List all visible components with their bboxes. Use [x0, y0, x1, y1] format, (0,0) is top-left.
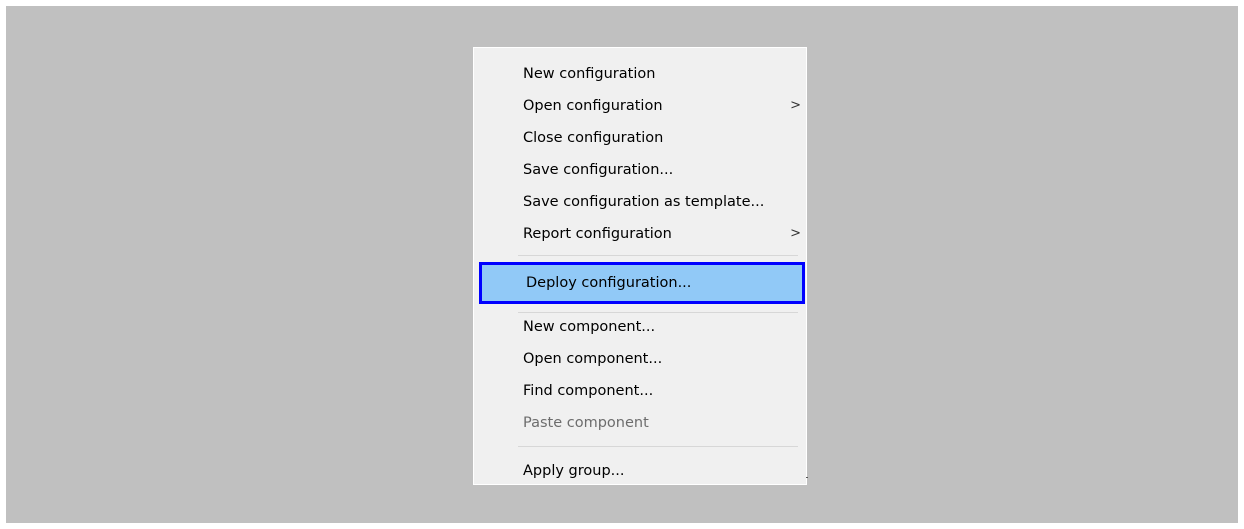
menu-item-find-component[interactable]: Find component...	[476, 376, 804, 406]
menu-item-paste-component: Paste component	[476, 408, 804, 438]
menu-item-label: Save configuration as template...	[523, 194, 765, 210]
menu-item-label: Find component...	[523, 383, 654, 399]
menu-item-open-configuration[interactable]: Open configuration >	[476, 91, 804, 121]
menu-item-new-component[interactable]: New component...	[476, 312, 804, 342]
menu-item-label: New component...	[523, 319, 656, 335]
context-menu: New configuration Open configuration > C…	[473, 47, 807, 485]
menu-item-deploy-configuration[interactable]: Deploy configuration...	[479, 262, 805, 304]
submenu-arrow-icon: >	[790, 98, 801, 113]
menu-item-label: Deploy configuration...	[526, 275, 692, 291]
menu-item-open-component[interactable]: Open component...	[476, 344, 804, 374]
menu-separator	[518, 255, 798, 256]
menu-item-label: New configuration	[523, 66, 656, 82]
menu-item-label: Report configuration	[523, 226, 672, 242]
menu-item-label: Close configuration	[523, 130, 664, 146]
menu-item-save-configuration[interactable]: Save configuration...	[476, 155, 804, 185]
menu-item-label: Apply group...	[523, 463, 625, 479]
menu-item-label: Save configuration...	[523, 162, 674, 178]
menu-shadow-mark	[806, 477, 808, 478]
menu-item-label: Paste component	[523, 415, 649, 431]
menu-item-close-configuration[interactable]: Close configuration	[476, 123, 804, 153]
menu-item-apply-group[interactable]: Apply group...	[476, 456, 804, 486]
menu-item-report-configuration[interactable]: Report configuration >	[476, 219, 804, 249]
menu-item-label: Open configuration	[523, 98, 663, 114]
menu-separator	[518, 446, 798, 447]
menu-item-save-configuration-as-template[interactable]: Save configuration as template...	[476, 187, 804, 217]
menu-item-label: Open component...	[523, 351, 663, 367]
submenu-arrow-icon: >	[790, 226, 801, 241]
menu-item-new-configuration[interactable]: New configuration	[476, 59, 804, 89]
